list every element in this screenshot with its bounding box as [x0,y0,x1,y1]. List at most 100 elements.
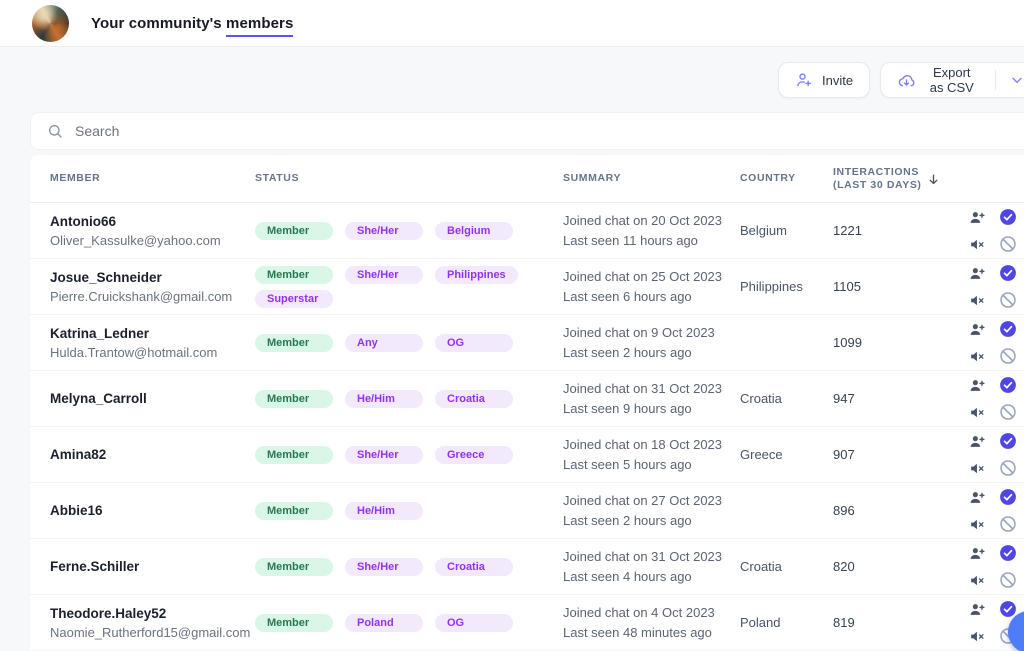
volume-mute-icon [969,572,986,589]
status-badge: He/Him [345,390,423,408]
block-icon [999,403,1017,421]
status-badge: OG [435,614,513,632]
add-member-button[interactable] [968,488,986,506]
summary-line-1: Joined chat on 25 Oct 2023 [563,267,740,287]
block-button[interactable] [999,235,1017,253]
check-circle-icon [999,264,1017,282]
table-row: Melyna_Carroll MemberHe/HimCroatia Joine… [30,371,1024,427]
summary-cell: Joined chat on 18 Oct 2023 Last seen 5 h… [563,435,740,475]
member-cell: Abbie16 [50,501,255,520]
block-icon [999,235,1017,253]
member-name: Melyna_Carroll [50,389,255,408]
volume-mute-icon [969,236,986,253]
status-badge: Member [255,222,333,240]
status-badge: He/Him [345,502,423,520]
add-member-button[interactable] [968,376,986,394]
check-circle-icon [999,488,1017,506]
status-badge: Member [255,558,333,576]
summary-line-1: Joined chat on 27 Oct 2023 [563,491,740,511]
status-badge: She/Her [345,558,423,576]
row-actions [968,264,1024,309]
volume-mute-icon [969,460,986,477]
search-input[interactable] [75,123,1023,139]
interactions-header-label: INTERACTIONS (LAST 30 DAYS) [833,166,922,192]
column-header-interactions[interactable]: INTERACTIONS (LAST 30 DAYS) [833,166,951,192]
chevron-down-icon[interactable] [1009,72,1024,88]
volume-mute-icon [969,292,986,309]
add-member-button[interactable] [968,208,986,226]
approve-button[interactable] [999,488,1017,506]
add-member-button[interactable] [968,264,986,282]
status-badges: MemberAnyOG [255,334,563,352]
check-circle-icon [999,320,1017,338]
summary-line-2: Last seen 2 hours ago [563,343,740,363]
add-member-button[interactable] [968,432,986,450]
approve-button[interactable] [999,432,1017,450]
person-add-icon [969,601,986,618]
members-table: MEMBER STATUS SUMMARY COUNTRY INTERACTIO… [30,155,1024,651]
person-add-icon [969,321,986,338]
add-member-button[interactable] [968,320,986,338]
interactions-count: 907 [833,447,951,462]
block-button[interactable] [999,571,1017,589]
export-csv-button[interactable]: Export as CSV [880,62,1024,98]
status-badge: She/Her [345,266,423,284]
summary-line-1: Joined chat on 18 Oct 2023 [563,435,740,455]
summary-line-2: Last seen 6 hours ago [563,287,740,307]
add-member-button[interactable] [968,600,986,618]
volume-mute-icon [969,516,986,533]
approve-button[interactable] [999,376,1017,394]
mute-button[interactable] [968,235,986,253]
status-badge: Member [255,390,333,408]
mute-button[interactable] [968,571,986,589]
approve-button[interactable] [999,208,1017,226]
invite-button-label: Invite [822,73,853,88]
page-title-highlight: members [226,15,293,37]
interactions-count: 820 [833,559,951,574]
row-actions [968,432,1024,477]
block-icon [999,515,1017,533]
member-email: Hulda.Trantow@hotmail.com [50,343,255,362]
approve-button[interactable] [999,264,1017,282]
interactions-count: 1221 [833,223,951,238]
mute-button[interactable] [968,515,986,533]
mute-button[interactable] [968,403,986,421]
mute-button[interactable] [968,627,986,645]
volume-mute-icon [969,348,986,365]
mute-button[interactable] [968,291,986,309]
status-badge: Member [255,502,333,520]
interactions-count: 1105 [833,279,951,294]
check-circle-icon [999,544,1017,562]
row-actions [968,376,1024,421]
status-badges: MemberHe/HimCroatia [255,390,563,408]
mute-button[interactable] [968,459,986,477]
table-row: Abbie16 Member He/Him Joined chat on 27 O… [30,483,1024,539]
block-button[interactable] [999,291,1017,309]
status-badge: Member [255,614,333,632]
country-cell: Greece [740,447,833,462]
block-button[interactable] [999,459,1017,477]
block-button[interactable] [999,347,1017,365]
member-cell: Antonio66 Oliver_Kassulke@yahoo.com [50,212,255,250]
approve-button[interactable] [999,544,1017,562]
row-actions [968,208,1024,253]
block-button[interactable] [999,403,1017,421]
block-button[interactable] [999,515,1017,533]
status-badges: MemberShe/HerPhilippinesSuperstar [255,266,563,308]
summary-line-2: Last seen 5 hours ago [563,455,740,475]
interactions-count: 819 [833,615,951,630]
mute-button[interactable] [968,347,986,365]
add-member-button[interactable] [968,544,986,562]
summary-cell: Joined chat on 25 Oct 2023 Last seen 6 h… [563,267,740,307]
invite-button[interactable]: Invite [778,62,870,98]
member-name: Abbie16 [50,501,255,520]
member-email: Oliver_Kassulke@yahoo.com [50,231,255,250]
approve-button[interactable] [999,320,1017,338]
table-row: Amina82 MemberShe/HerGreece Joined chat … [30,427,1024,483]
table-body: Antonio66 Oliver_Kassulke@yahoo.com Memb… [30,203,1024,651]
community-avatar[interactable] [32,5,69,42]
status-badge: Member [255,446,333,464]
table-row: Antonio66 Oliver_Kassulke@yahoo.com Memb… [30,203,1024,259]
status-badge: Any [345,334,423,352]
summary-cell: Joined chat on 31 Oct 2023 Last seen 4 h… [563,547,740,587]
